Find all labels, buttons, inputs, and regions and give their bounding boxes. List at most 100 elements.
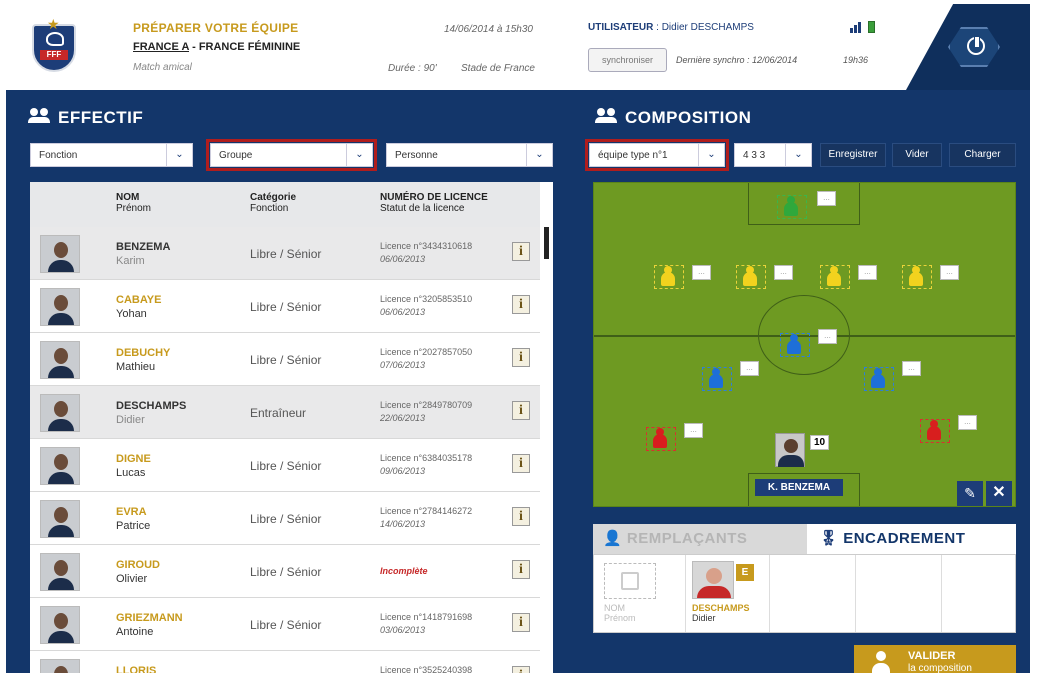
header: ★ FFF PRÉPARER VOTRE ÉQUIPE FRANCE A - F…: [6, 4, 1030, 90]
chevron-down-icon: ⌄: [166, 144, 192, 166]
scrollbar[interactable]: [544, 227, 549, 259]
match-type: Match amical: [133, 62, 192, 73]
person-check-icon: [872, 651, 890, 673]
clear-button[interactable]: Vider: [892, 143, 942, 167]
edit-pencil-icon[interactable]: ✎: [957, 481, 983, 506]
team-a-link[interactable]: FRANCE A: [133, 41, 189, 53]
last-sync: Dernière synchro : 12/06/2014: [676, 55, 798, 65]
info-icon[interactable]: i: [512, 295, 530, 314]
player-icon: [709, 368, 723, 388]
avatar: [775, 433, 805, 467]
jersey-number: 10: [810, 435, 829, 450]
player-icon: [909, 266, 923, 286]
slot-badge: ...: [818, 329, 837, 344]
personne-select[interactable]: Personne ⌄: [386, 143, 553, 167]
team-icon: [28, 108, 52, 124]
featured-player-name: K. BENZEMA: [755, 479, 843, 496]
info-icon[interactable]: i: [512, 666, 530, 673]
info-icon[interactable]: i: [512, 560, 530, 579]
avatar: [40, 394, 80, 432]
player-slot[interactable]: [864, 367, 894, 391]
team-icon: [595, 108, 619, 124]
slot-badge: ...: [902, 361, 921, 376]
slot-badge: ...: [817, 191, 836, 206]
role-badge: E: [736, 564, 754, 581]
player-slot[interactable]: [646, 427, 676, 451]
slot-badge: ...: [684, 423, 703, 438]
player-slot[interactable]: [820, 265, 850, 289]
team-b-label: FRANCE FÉMININE: [198, 41, 301, 53]
power-icon: [967, 36, 985, 55]
info-icon[interactable]: i: [512, 348, 530, 367]
ribbon-icon: 🎖: [819, 530, 839, 547]
info-icon[interactable]: i: [512, 613, 530, 632]
formation-select[interactable]: 4 3 3 ⌄: [734, 143, 812, 167]
composition-title: COMPOSITION: [595, 108, 751, 128]
tab-encadrement[interactable]: 🎖 ENCADREMENT: [807, 524, 1016, 554]
table-row[interactable]: DESCHAMPS Didier Entraîneur Licence n°28…: [30, 386, 540, 439]
player-slot[interactable]: [777, 195, 807, 219]
chevron-down-icon: ⌄: [346, 144, 372, 166]
staff-slot[interactable]: [856, 555, 942, 632]
save-button[interactable]: Enregistrer: [820, 143, 886, 167]
user-info: UTILISATEUR : Didier DESCHAMPS: [588, 22, 754, 33]
chevron-down-icon: ⌄: [785, 144, 811, 166]
player-icon: [787, 334, 801, 354]
validate-button[interactable]: VALIDER la composition: [854, 645, 1016, 673]
slot-badge: ...: [740, 361, 759, 376]
player-icon: [927, 420, 941, 440]
player-slot[interactable]: [654, 265, 684, 289]
table-header: NOM Prénom Catégorie Fonction NUMÉRO DE LI…: [30, 182, 540, 227]
app-window: ★ FFF PRÉPARER VOTRE ÉQUIPE FRANCE A - F…: [6, 4, 1030, 673]
page-title: PRÉPARER VOTRE ÉQUIPE: [133, 21, 299, 35]
match-teams: FRANCE A - FRANCE FÉMININE: [133, 41, 301, 53]
load-button[interactable]: Charger: [949, 143, 1016, 167]
groupe-select[interactable]: Groupe ⌄: [206, 139, 377, 171]
info-icon[interactable]: i: [512, 454, 530, 473]
staff-slot[interactable]: [942, 555, 1015, 632]
avatar: [40, 235, 80, 273]
match-venue: Stade de France: [461, 63, 535, 74]
slot-badge: ...: [774, 265, 793, 280]
staff-slot-coach[interactable]: E DESCHAMPS Didier: [686, 555, 770, 632]
table-row[interactable]: DEBUCHY Mathieu Libre / Sénior Licence n…: [30, 333, 540, 386]
avatar: [40, 341, 80, 379]
staff-slot[interactable]: [770, 555, 856, 632]
avatar: [40, 447, 80, 485]
tab-remplacants[interactable]: 👤 REMPLAÇANTS: [593, 524, 807, 554]
table-row[interactable]: BENZEMA Karim Libre / Sénior Licence n°3…: [30, 227, 540, 280]
player-slot[interactable]: [736, 265, 766, 289]
signal-icon: [850, 21, 866, 33]
player-slot[interactable]: [702, 367, 732, 391]
player-slot[interactable]: [920, 419, 950, 443]
info-icon[interactable]: i: [512, 242, 530, 261]
table-row[interactable]: GIROUD Olivier Libre / Sénior Incomplète…: [30, 545, 540, 598]
player-slot[interactable]: [780, 333, 810, 357]
avatar: [40, 606, 80, 644]
player-icon: [743, 266, 757, 286]
person-icon: 👤: [603, 530, 623, 547]
info-icon[interactable]: i: [512, 401, 530, 420]
players-table: NOM Prénom Catégorie Fonction NUMÉRO DE LI…: [30, 182, 553, 673]
match-duration: Durée : 90': [388, 63, 437, 74]
last-sync-time: 19h36: [843, 55, 869, 65]
licence-incomplete: Incomplète: [380, 566, 428, 576]
table-row[interactable]: EVRA Patrice Libre / Sénior Licence n°27…: [30, 492, 540, 545]
staff-panel: NOM Prénom E DESCHAMPS Didier: [593, 554, 1016, 633]
team-type-select[interactable]: équipe type n°1 ⌄: [585, 139, 729, 171]
table-row[interactable]: CABAYE Yohan Libre / Sénior Licence n°32…: [30, 280, 540, 333]
info-icon[interactable]: i: [512, 507, 530, 526]
staff-slot-empty[interactable]: NOM Prénom: [594, 555, 686, 632]
avatar: [40, 659, 80, 673]
table-row[interactable]: GRIEZMANN Antoine Libre / Sénior Licence…: [30, 598, 540, 651]
table-row[interactable]: DIGNE Lucas Libre / Sénior Licence n°638…: [30, 439, 540, 492]
table-row[interactable]: LLORIS Licence n°3525240398 i: [30, 651, 540, 673]
avatar: [692, 561, 734, 599]
chevron-down-icon: ⌄: [698, 144, 724, 166]
fonction-select[interactable]: Fonction ⌄: [30, 143, 193, 167]
slot-badge: ...: [958, 415, 977, 430]
player-slot[interactable]: [902, 265, 932, 289]
close-icon[interactable]: ✕: [986, 481, 1012, 506]
player-icon: [827, 266, 841, 286]
sync-button[interactable]: synchroniser: [588, 48, 667, 72]
